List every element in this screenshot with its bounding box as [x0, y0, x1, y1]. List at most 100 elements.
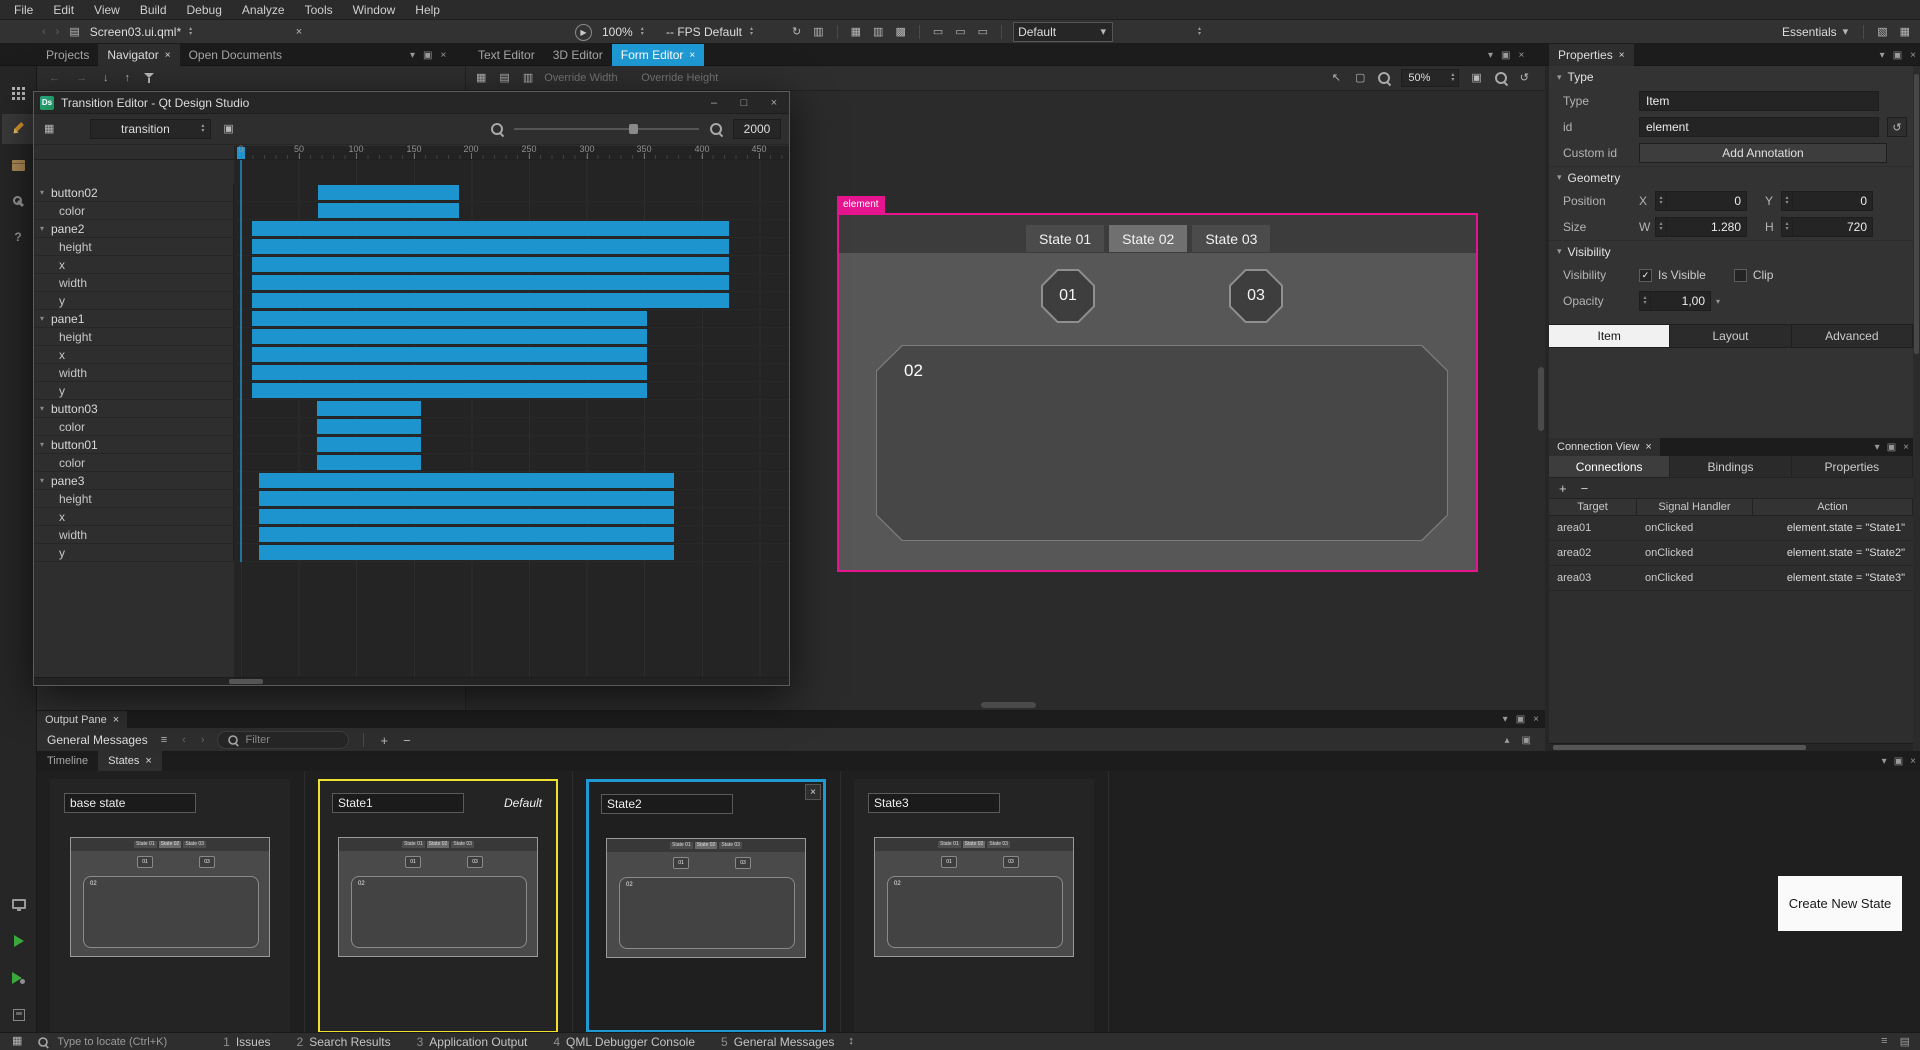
- state-thumbnail[interactable]: State 01 State 02 State 03 01 03 02: [606, 838, 806, 958]
- tab-navigator[interactable]: Navigator ×: [98, 44, 179, 66]
- tab-projects[interactable]: Projects: [37, 44, 98, 66]
- status-bar-item[interactable]: 5General Messages: [721, 1035, 834, 1049]
- octagon-button-03[interactable]: 03: [1229, 269, 1283, 323]
- transition-row-label[interactable]: ▾ pane3: [34, 472, 234, 490]
- status-bar-item[interactable]: 4QML Debugger Console: [553, 1035, 695, 1049]
- transition-row[interactable]: ▾ pane1: [34, 310, 789, 328]
- transition-row-label[interactable]: ▾ y: [34, 292, 234, 310]
- snap-grid-icon[interactable]: ▥: [521, 73, 535, 84]
- transition-bar[interactable]: [252, 257, 729, 272]
- transition-row-label[interactable]: ▾ pane2: [34, 220, 234, 238]
- close-icon[interactable]: ×: [1910, 756, 1916, 767]
- tab-properties[interactable]: Properties ×: [1549, 44, 1634, 66]
- menu-item[interactable]: Analyze: [232, 0, 295, 20]
- float-icon[interactable]: ▣: [1516, 714, 1525, 725]
- zoom-all-icon[interactable]: [1494, 71, 1508, 85]
- y-position-stepper[interactable]: ▴▾ 0: [1781, 191, 1873, 211]
- chevron-down-icon[interactable]: ▾: [1711, 297, 1725, 306]
- state-01-tab[interactable]: State 01: [1026, 225, 1104, 252]
- expander-icon[interactable]: ▾: [36, 224, 48, 233]
- zoom-out-text-button[interactable]: −: [401, 734, 413, 747]
- next-item-button[interactable]: ›: [199, 735, 207, 746]
- transition-row[interactable]: ▾ button01: [34, 436, 789, 454]
- state-03-tab[interactable]: State 03: [1192, 225, 1270, 252]
- menu-item[interactable]: Edit: [43, 0, 84, 20]
- tab-timeline[interactable]: Timeline: [37, 751, 98, 771]
- close-icon[interactable]: ×: [113, 714, 119, 726]
- tab-advanced[interactable]: Advanced: [1792, 325, 1913, 347]
- transition-bar[interactable]: [252, 329, 647, 344]
- transition-bar[interactable]: [252, 221, 729, 236]
- canvas-zoom-select[interactable]: 50% ▴▾: [1401, 69, 1459, 87]
- snapshot-icon[interactable]: ▥: [811, 27, 825, 38]
- zoom-in-icon[interactable]: [709, 122, 723, 136]
- guides-icon[interactable]: ▩: [893, 27, 907, 38]
- back-button[interactable]: ‹: [40, 27, 48, 38]
- reset-view-icon[interactable]: ↺: [1518, 73, 1531, 84]
- transition-row-label[interactable]: ▾ color: [34, 418, 234, 436]
- transition-bar[interactable]: [259, 509, 674, 524]
- id-field[interactable]: element: [1639, 117, 1879, 137]
- menu-item[interactable]: Build: [130, 0, 177, 20]
- move-left-button[interactable]: ←: [47, 73, 62, 84]
- kit-display-button[interactable]: [2, 889, 35, 919]
- transition-row[interactable]: ▾ height: [34, 328, 789, 346]
- transition-row-label[interactable]: ▾ y: [34, 382, 234, 400]
- sidebar-modes-button[interactable]: [2, 78, 35, 108]
- float-icon[interactable]: ▣: [1893, 50, 1902, 61]
- run-live-preview-button[interactable]: ▶: [575, 24, 592, 41]
- doc-icon[interactable]: ▤: [497, 73, 511, 84]
- state-card[interactable]: × base state State 01 State 02 State 03: [50, 779, 290, 1033]
- target-select[interactable]: ▴▾: [1121, 22, 1207, 42]
- move-down-button[interactable]: ↓: [101, 73, 111, 84]
- visibility-section-header[interactable]: ▾ Visibility: [1549, 240, 1913, 262]
- maximize-window-button[interactable]: □: [729, 92, 759, 114]
- tab-item[interactable]: Item: [1549, 325, 1670, 347]
- tab-3d-editor[interactable]: 3D Editor: [544, 44, 612, 66]
- prev-item-button[interactable]: ‹: [180, 735, 188, 746]
- menu-item[interactable]: View: [84, 0, 130, 20]
- opacity-stepper[interactable]: ▴▾ 1,00: [1639, 291, 1711, 311]
- transition-bar[interactable]: [252, 365, 647, 380]
- transition-bar[interactable]: [317, 419, 421, 434]
- transition-bar[interactable]: [252, 293, 729, 308]
- fit-screen-icon[interactable]: ▣: [1469, 73, 1483, 84]
- split-icon[interactable]: ▾: [1882, 756, 1887, 767]
- height-stepper[interactable]: ▴▾ 720: [1781, 217, 1873, 237]
- add-annotation-button[interactable]: Add Annotation: [1639, 143, 1887, 163]
- transition-select[interactable]: transition ▴▾: [90, 119, 211, 139]
- transition-row-label[interactable]: ▾ button02: [34, 184, 234, 202]
- transition-bar[interactable]: [259, 545, 674, 560]
- expander-icon[interactable]: ▾: [36, 440, 48, 449]
- move-right-button[interactable]: →: [74, 73, 89, 84]
- state-name-input[interactable]: State3: [868, 793, 1000, 813]
- transition-row[interactable]: ▾ button02: [34, 184, 789, 202]
- output-filter-input[interactable]: Filter: [217, 731, 349, 749]
- transition-editor-window[interactable]: Ds Transition Editor - Qt Design Studio …: [33, 91, 790, 686]
- bounds-icon[interactable]: ▭: [931, 27, 945, 38]
- override-width-field[interactable]: Override Width: [544, 72, 632, 84]
- tab-layout[interactable]: Layout: [1670, 325, 1791, 347]
- x-position-stepper[interactable]: ▴▾ 0: [1655, 191, 1747, 211]
- style-select[interactable]: Default ▾: [1013, 22, 1113, 42]
- status-bar-item[interactable]: 3Application Output: [417, 1035, 528, 1049]
- transition-row-label[interactable]: ▾ x: [34, 256, 234, 274]
- transition-bar[interactable]: [317, 401, 421, 416]
- share-icon[interactable]: ▧: [1875, 27, 1889, 38]
- clip-checkbox[interactable]: [1734, 269, 1747, 282]
- transition-duration-field[interactable]: 2000: [733, 119, 781, 139]
- preview-zoom-select[interactable]: 100% ▴▾: [600, 22, 656, 42]
- transition-row[interactable]: ▾ color: [34, 202, 789, 220]
- run-project-button[interactable]: [2, 926, 35, 956]
- tab-text-editor[interactable]: Text Editor: [469, 44, 544, 66]
- state-name-input[interactable]: State2: [601, 794, 733, 814]
- transition-row[interactable]: ▾ x: [34, 256, 789, 274]
- open-file-select[interactable]: Screen03.ui.qml* ▴▾: [88, 22, 288, 42]
- close-icon[interactable]: ×: [1619, 50, 1625, 61]
- connection-hscrollbar[interactable]: [1549, 743, 1913, 751]
- transition-row-label[interactable]: ▾ x: [34, 508, 234, 526]
- transition-row[interactable]: ▾ y: [34, 382, 789, 400]
- transition-settings-icon[interactable]: ▦: [42, 124, 56, 135]
- transition-row-label[interactable]: ▾ height: [34, 328, 234, 346]
- canvas-vscrollbar[interactable]: [1538, 367, 1544, 431]
